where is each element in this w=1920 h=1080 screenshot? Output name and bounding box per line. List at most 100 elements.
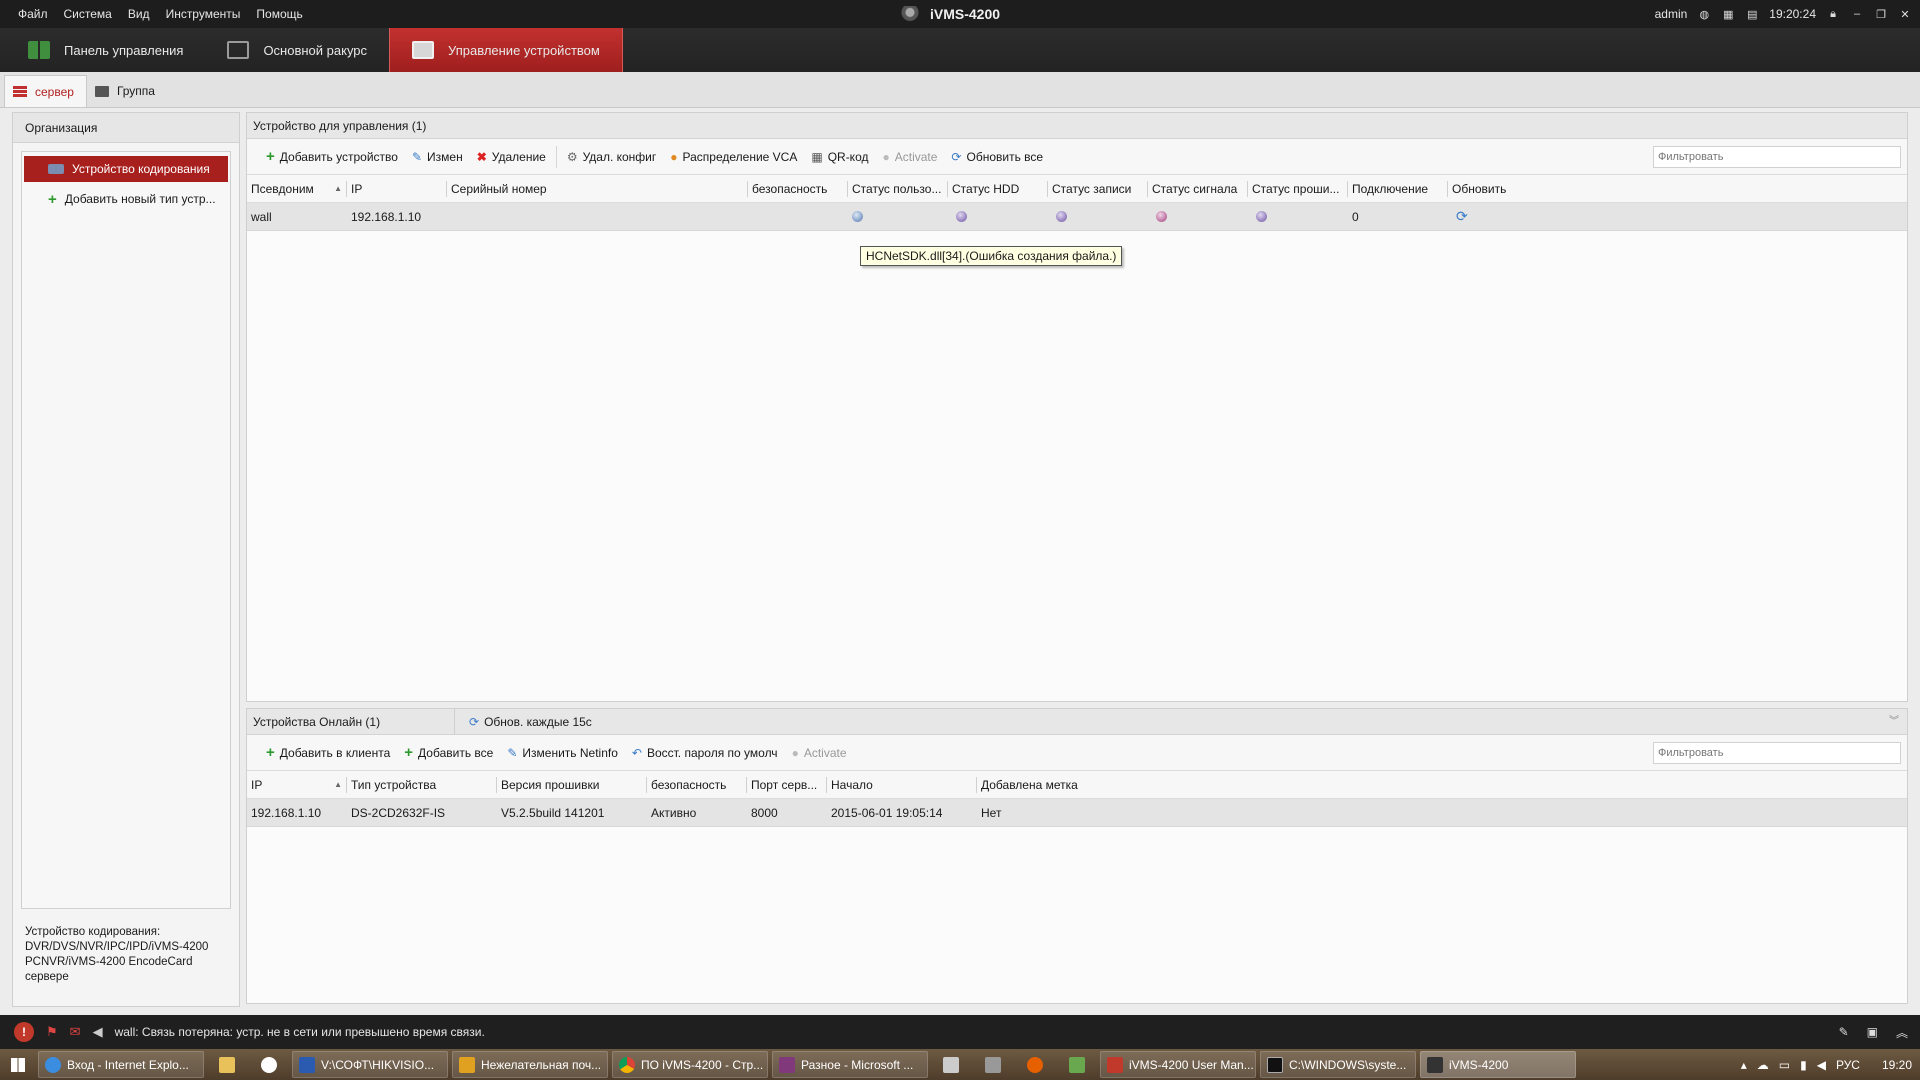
delete-button[interactable]: ✖ Удаление bbox=[470, 146, 553, 168]
col-ip[interactable]: IP bbox=[347, 180, 447, 197]
col-record-status[interactable]: Статус записи bbox=[1048, 180, 1148, 197]
cell-signal-status bbox=[1148, 211, 1248, 222]
taskbar-item-pdf[interactable]: iVMS-4200 User Man... bbox=[1100, 1051, 1256, 1078]
col-firmware-status[interactable]: Статус проши... bbox=[1248, 180, 1348, 197]
col-hdd-status[interactable]: Статус HDD bbox=[948, 180, 1048, 197]
taskbar-item-cmd[interactable]: C:\WINDOWS\syste... bbox=[1260, 1051, 1416, 1078]
table-row[interactable]: wall 192.168.1.10 0 ⟳ bbox=[247, 203, 1907, 231]
mail-icon[interactable]: ✉ bbox=[70, 1024, 81, 1040]
menu-view[interactable]: Вид bbox=[120, 7, 158, 21]
refresh-all-button[interactable]: ⟳ Обновить все bbox=[944, 146, 1050, 168]
signal-icon[interactable]: ▮ bbox=[1800, 1058, 1807, 1072]
modify-netinfo-button[interactable]: ✎ Изменить Netinfo bbox=[500, 742, 625, 764]
taskbar-item-folder[interactable]: V:\СОФТ\HIKVISIO... bbox=[292, 1051, 448, 1078]
col-connection[interactable]: Подключение bbox=[1348, 180, 1448, 197]
tab-server[interactable]: сервер bbox=[4, 75, 87, 107]
menu-tools[interactable]: Инструменты bbox=[158, 7, 249, 21]
col-refresh[interactable]: Обновить bbox=[1448, 181, 1548, 197]
qr-code-button[interactable]: ▦ QR-код bbox=[804, 146, 875, 168]
col-server-port[interactable]: Порт серв... bbox=[747, 776, 827, 793]
col-start-time[interactable]: Начало bbox=[827, 776, 977, 793]
table-row[interactable]: 192.168.1.10 DS-2CD2632F-IS V5.2.5build … bbox=[247, 799, 1907, 827]
tab-group[interactable]: Группа bbox=[87, 75, 167, 107]
network-icon[interactable]: ▭ bbox=[1779, 1058, 1790, 1072]
col-security[interactable]: безопасность bbox=[647, 776, 747, 793]
refresh-interval[interactable]: ⟳ Обнов. каждые 15с bbox=[455, 709, 592, 735]
tray-expand-icon[interactable]: ▴ bbox=[1741, 1058, 1747, 1072]
activate-button[interactable]: ● Activate bbox=[785, 742, 854, 764]
menu-system[interactable]: Система bbox=[56, 7, 120, 21]
taskbar-pin-explorer[interactable] bbox=[208, 1051, 246, 1078]
activate-button[interactable]: ● Activate bbox=[875, 146, 944, 168]
lock-icon[interactable]: 🔒︎ bbox=[1826, 7, 1840, 21]
col-serial[interactable]: Серийный номер bbox=[447, 180, 748, 197]
sound-icon[interactable]: ◀ bbox=[93, 1024, 103, 1040]
taskbar-item-chrome[interactable]: ПО iVMS-4200 - Стр... bbox=[612, 1051, 768, 1078]
close-icon[interactable]: ✕ bbox=[1898, 7, 1912, 21]
add-device-button[interactable]: + Добавить устройство bbox=[259, 146, 405, 168]
col-device-type[interactable]: Тип устройства bbox=[347, 776, 497, 793]
cell-connection: 0 bbox=[1352, 209, 1359, 224]
cloud-icon[interactable]: ☁ bbox=[1757, 1058, 1769, 1072]
event-icon[interactable]: ⚑ bbox=[46, 1024, 58, 1040]
taskbar-item-ivms[interactable]: iVMS-4200 bbox=[1420, 1051, 1576, 1078]
tree-item-add-new-type[interactable]: + Добавить новый тип устр... bbox=[24, 186, 228, 212]
cell-hdd-status bbox=[948, 211, 1048, 222]
edit-button[interactable]: ✎ Измен bbox=[405, 146, 470, 168]
collapse-icon[interactable]: ︾ bbox=[1889, 709, 1899, 735]
col-added[interactable]: Добавлена метка bbox=[977, 777, 1127, 793]
delete-icon: ✖ bbox=[476, 149, 487, 164]
taskbar-pin-c[interactable] bbox=[1058, 1051, 1096, 1078]
cell-device-type: DS-2CD2632F-IS bbox=[351, 805, 446, 820]
col-alias[interactable]: Псевдоним ▲ bbox=[247, 180, 347, 197]
col-firmware-version[interactable]: Версия прошивки bbox=[497, 776, 647, 793]
col-ip[interactable]: IP ▲ bbox=[247, 776, 347, 793]
user-name[interactable]: admin bbox=[1655, 7, 1688, 21]
vca-allocation-button[interactable]: ● Распределение VCA bbox=[663, 146, 804, 168]
restore-icon[interactable]: ❐ bbox=[1874, 7, 1888, 21]
taskbar-pin-firefox[interactable] bbox=[1016, 1051, 1054, 1078]
taskbar-item-onenote[interactable]: Разное - Microsoft ... bbox=[772, 1051, 928, 1078]
window-icon[interactable]: ▣ bbox=[1867, 1025, 1878, 1039]
volume-icon[interactable]: ◀ bbox=[1817, 1058, 1826, 1072]
start-button[interactable] bbox=[0, 1049, 36, 1080]
globe-icon[interactable]: ◍ bbox=[1697, 7, 1711, 21]
refresh-icon[interactable]: ⟳ bbox=[1456, 208, 1468, 225]
encoder-icon bbox=[48, 164, 64, 174]
managed-filter-input[interactable] bbox=[1653, 146, 1901, 168]
online-devices-title: Устройства Онлайн (1) bbox=[247, 708, 455, 735]
calendar-icon[interactable]: ▤ bbox=[1745, 7, 1759, 21]
taskbar-pin-b[interactable] bbox=[974, 1051, 1012, 1078]
bulb-icon: ● bbox=[882, 149, 890, 164]
add-to-client-button[interactable]: + Добавить в клиента bbox=[259, 742, 397, 764]
tab-main-view[interactable]: Основной ракурс bbox=[205, 28, 389, 72]
ivms-icon bbox=[1427, 1056, 1443, 1073]
tab-device-management[interactable]: Управление устройством bbox=[389, 28, 623, 72]
menu-file[interactable]: Файл bbox=[10, 7, 56, 21]
alarm-icon[interactable]: ! bbox=[14, 1022, 34, 1042]
taskbar-item-mail[interactable]: Нежелательная поч... bbox=[452, 1051, 608, 1078]
tray-clock[interactable]: 19:20 bbox=[1882, 1058, 1912, 1072]
add-all-button[interactable]: + Добавить все bbox=[397, 742, 500, 764]
col-security[interactable]: безопасность bbox=[748, 180, 848, 197]
language-indicator[interactable]: РУС bbox=[1836, 1058, 1860, 1072]
tab-control-panel[interactable]: Панель управления bbox=[6, 28, 205, 72]
camera-logo-icon bbox=[900, 6, 920, 22]
reset-password-button[interactable]: ↶ Восст. пароля по умолч bbox=[625, 742, 785, 764]
keyboard-icon[interactable]: ▦ bbox=[1721, 7, 1735, 21]
remote-config-button[interactable]: ⚙ Удал. конфиг bbox=[560, 146, 663, 168]
col-signal-status[interactable]: Статус сигнала bbox=[1148, 180, 1248, 197]
expand-up-icon[interactable]: ︽ bbox=[1896, 1024, 1908, 1041]
tree-item-encoding-device[interactable]: Устройство кодирования bbox=[24, 156, 228, 182]
refresh-icon: ⟳ bbox=[469, 714, 480, 729]
taskbar-pin-hp[interactable] bbox=[250, 1051, 288, 1078]
online-filter-input[interactable] bbox=[1653, 742, 1901, 764]
minimize-icon[interactable]: – bbox=[1850, 7, 1864, 21]
col-user-status[interactable]: Статус пользо... bbox=[848, 180, 948, 197]
taskbar-item-ie[interactable]: Вход - Internet Explo... bbox=[38, 1051, 204, 1078]
pin-icon[interactable]: ✎ bbox=[1839, 1025, 1849, 1039]
menu-help[interactable]: Помощь bbox=[248, 7, 310, 21]
error-tooltip: HCNetSDK.dll[34].(Ошибка создания файла.… bbox=[860, 246, 1123, 266]
taskbar-pin-a[interactable] bbox=[932, 1051, 970, 1078]
cell-user-status bbox=[848, 211, 948, 222]
